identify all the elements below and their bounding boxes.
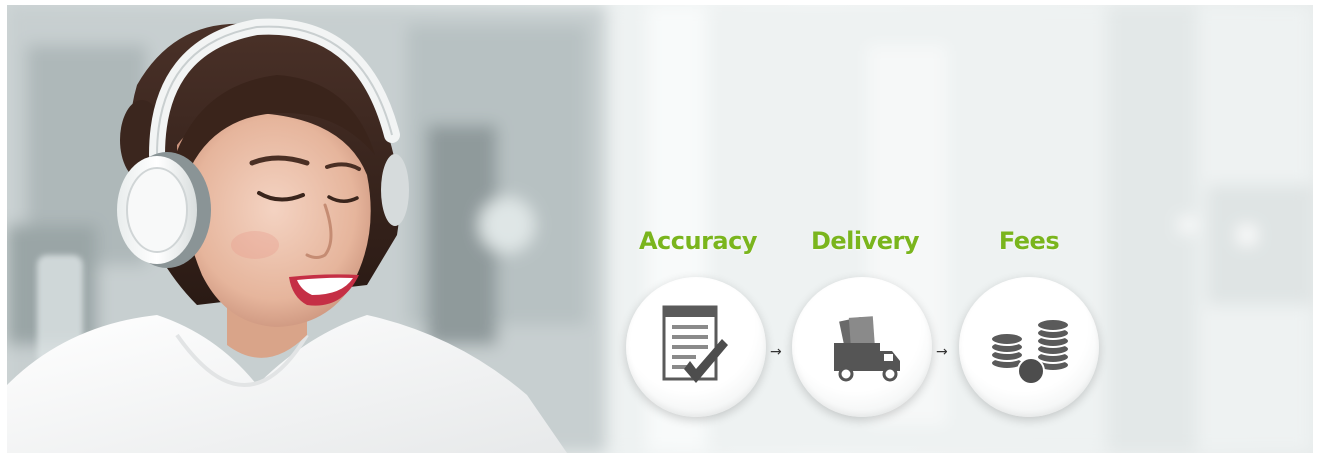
- step-delivery: [792, 277, 932, 417]
- step-label-delivery: Delivery: [810, 227, 920, 255]
- step-label-accuracy: Accuracy: [638, 227, 758, 255]
- arrow-accuracy-to-delivery: →: [770, 344, 782, 360]
- step-fees: [959, 277, 1099, 417]
- step-label-fees: Fees: [998, 227, 1060, 255]
- delivery-truck-icon: [834, 316, 900, 382]
- coin-stacks-icon: [990, 318, 1070, 385]
- document-checkmark-icon: [662, 305, 728, 383]
- step-accuracy: [626, 277, 766, 417]
- hero-banner: Accuracy → Delivery → Fees: [7, 5, 1313, 453]
- process-steps: Accuracy → Delivery → Fees: [7, 5, 1313, 453]
- arrow-delivery-to-fees: →: [936, 344, 948, 360]
